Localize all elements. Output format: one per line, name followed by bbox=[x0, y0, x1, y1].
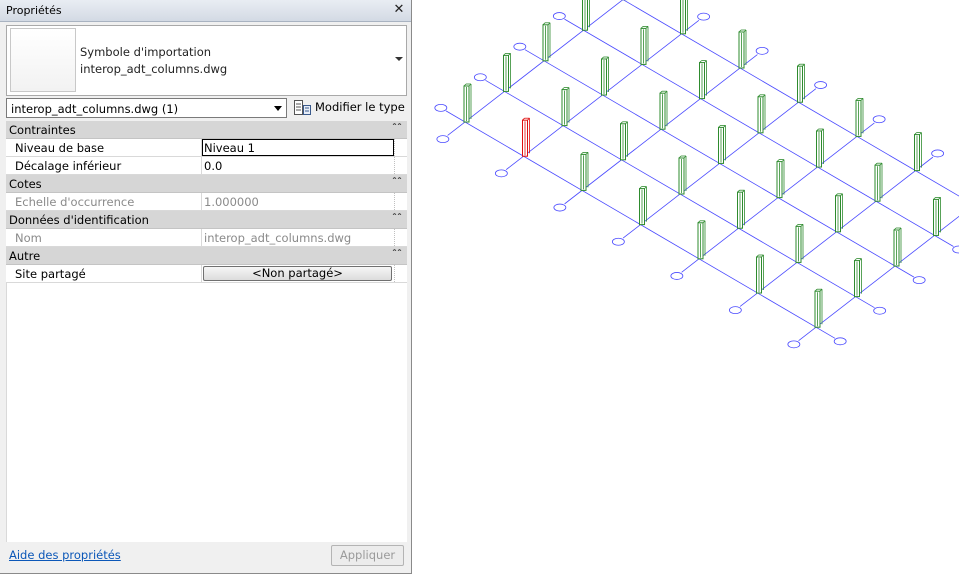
grid-bubble bbox=[814, 81, 828, 89]
grid-bubble bbox=[931, 149, 945, 158]
grid-bubble bbox=[728, 306, 742, 315]
group-label: Autre bbox=[9, 249, 41, 263]
shared-site-button[interactable]: <Non partagé> bbox=[203, 266, 392, 281]
group-other[interactable]: Autre ˆˆ bbox=[6, 247, 407, 265]
row-end-cell bbox=[394, 229, 407, 246]
property-label: Echelle d'occurrence bbox=[15, 195, 135, 209]
grid-bubble bbox=[670, 272, 684, 280]
drawing-viewport[interactable] bbox=[413, 0, 959, 574]
base-offset-input[interactable]: 0.0 bbox=[201, 157, 394, 174]
edit-type-button[interactable]: Modifier le type bbox=[292, 97, 406, 119]
group-dimensions[interactable]: Cotes ˆˆ bbox=[6, 175, 407, 193]
property-label: Niveau de base bbox=[15, 141, 105, 155]
grid-bubble bbox=[833, 337, 847, 346]
grid-bubble bbox=[912, 276, 926, 285]
instance-scale-value: 1.000000 bbox=[201, 193, 394, 210]
property-row-instance-scale: Echelle d'occurrence 1.000000 bbox=[6, 193, 407, 211]
grid-bubble bbox=[697, 12, 711, 21]
group-label: Contraintes bbox=[9, 123, 76, 137]
edit-type-icon bbox=[294, 100, 311, 115]
apply-button[interactable]: Appliquer bbox=[331, 545, 404, 566]
type-selector[interactable]: Symbole d'importation interop_adt_column… bbox=[6, 25, 407, 96]
group-identity-data[interactable]: Données d'identification ˆˆ bbox=[6, 211, 407, 229]
grid-bubble bbox=[952, 245, 959, 254]
type-name-label: interop_adt_columns.dwg bbox=[80, 62, 228, 76]
property-label: Site partagé bbox=[15, 267, 86, 281]
property-row-name: Nom interop_adt_columns.dwg bbox=[6, 229, 407, 247]
grid-bubble bbox=[552, 12, 566, 20]
property-label: Nom bbox=[15, 231, 42, 245]
grid-bubble bbox=[872, 115, 886, 124]
instance-filter-value: interop_adt_columns.dwg (1) bbox=[11, 102, 179, 116]
grid-line bbox=[447, 0, 624, 136]
grid-bubble bbox=[611, 237, 625, 246]
base-level-input[interactable]: Niveau 1 bbox=[202, 139, 394, 156]
row-end-cell bbox=[394, 157, 407, 174]
row-end-cell bbox=[394, 139, 407, 156]
property-label: Décalage inférieur bbox=[15, 159, 122, 173]
close-icon[interactable]: ✕ bbox=[392, 3, 406, 17]
grid-bubble bbox=[755, 46, 769, 55]
property-row-base-level: Niveau de base Niveau 1 bbox=[6, 139, 407, 157]
palette-titlebar[interactable]: Propriétés ✕ bbox=[0, 0, 411, 22]
name-value: interop_adt_columns.dwg bbox=[201, 229, 394, 246]
chevron-down-icon[interactable] bbox=[274, 106, 282, 111]
property-value: interop_adt_columns.dwg bbox=[204, 231, 352, 245]
grid-bubble bbox=[873, 306, 887, 315]
property-value: 0.0 bbox=[204, 159, 223, 173]
group-constraints[interactable]: Contraintes ˆˆ bbox=[6, 121, 407, 139]
collapse-icon[interactable]: ˆˆ bbox=[392, 212, 402, 226]
collapse-icon[interactable]: ˆˆ bbox=[392, 122, 402, 136]
grid-bubble bbox=[513, 42, 527, 51]
properties-empty-area bbox=[6, 283, 407, 542]
grid-bubble bbox=[473, 73, 487, 82]
row-end-cell bbox=[394, 193, 407, 210]
instance-filter-dropdown[interactable]: interop_adt_columns.dwg (1) bbox=[6, 98, 287, 118]
collapse-icon[interactable]: ˆˆ bbox=[392, 176, 402, 190]
edit-type-label: Modifier le type bbox=[315, 100, 405, 114]
grid-bubble bbox=[436, 135, 450, 144]
grid-bubble bbox=[434, 103, 448, 112]
properties-palette: Propriétés ✕ Symbole d'importation inter… bbox=[0, 0, 412, 574]
group-label: Données d'identification bbox=[9, 213, 149, 227]
properties-help-link[interactable]: Aide des propriétés bbox=[9, 548, 121, 562]
property-value: Niveau 1 bbox=[204, 141, 255, 155]
property-value-cell[interactable]: Niveau 1 bbox=[201, 139, 394, 156]
group-label: Cotes bbox=[9, 177, 42, 191]
grid-bubble bbox=[787, 340, 801, 349]
palette-title: Propriétés bbox=[6, 4, 62, 17]
property-value: 1.000000 bbox=[204, 195, 259, 209]
property-row-shared-site: Site partagé <Non partagé> bbox=[6, 265, 407, 283]
grid-bubble bbox=[553, 203, 567, 212]
type-thumbnail bbox=[10, 28, 76, 92]
chevron-down-icon[interactable] bbox=[395, 57, 403, 61]
property-row-base-offset: Décalage inférieur 0.0 bbox=[6, 157, 407, 175]
property-value-cell: <Non partagé> bbox=[201, 265, 394, 282]
properties-grid: Contraintes ˆˆ Niveau de base Niveau 1 D… bbox=[6, 121, 407, 283]
row-end-cell bbox=[394, 265, 407, 282]
collapse-icon[interactable]: ˆˆ bbox=[392, 248, 402, 262]
isometric-column-grid[interactable] bbox=[413, 0, 959, 574]
type-family-label: Symbole d'importation bbox=[80, 45, 212, 59]
grid-bubble bbox=[494, 169, 508, 178]
